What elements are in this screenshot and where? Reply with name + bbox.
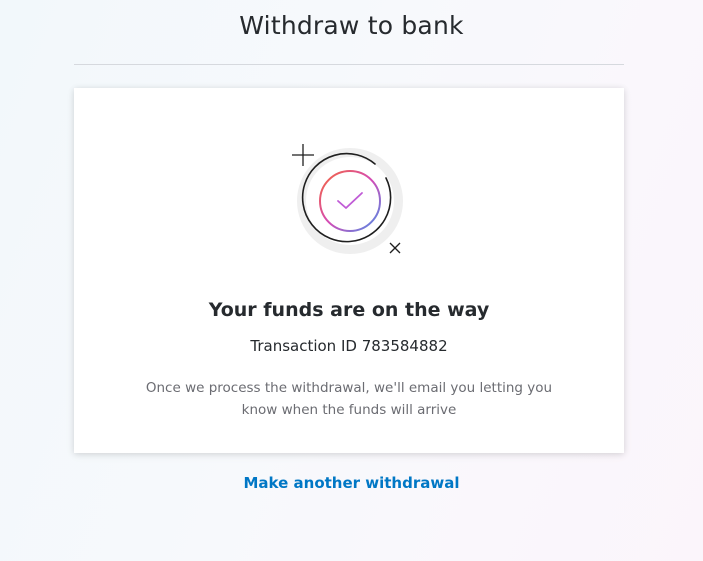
confirmation-card: Your funds are on the way Transaction ID… — [74, 88, 624, 453]
make-another-withdrawal-link[interactable]: Make another withdrawal — [0, 474, 703, 492]
transaction-id-label: Transaction ID — [250, 337, 357, 355]
page-title: Withdraw to bank — [239, 11, 464, 40]
transaction-id: Transaction ID 783584882 — [74, 337, 624, 355]
transaction-id-value: 783584882 — [361, 337, 448, 355]
check-circle-icon — [292, 144, 403, 254]
header-divider — [74, 64, 624, 65]
confirmation-heading: Your funds are on the way — [208, 299, 490, 321]
confirmation-message: Once we process the withdrawal, we'll em… — [145, 380, 553, 418]
